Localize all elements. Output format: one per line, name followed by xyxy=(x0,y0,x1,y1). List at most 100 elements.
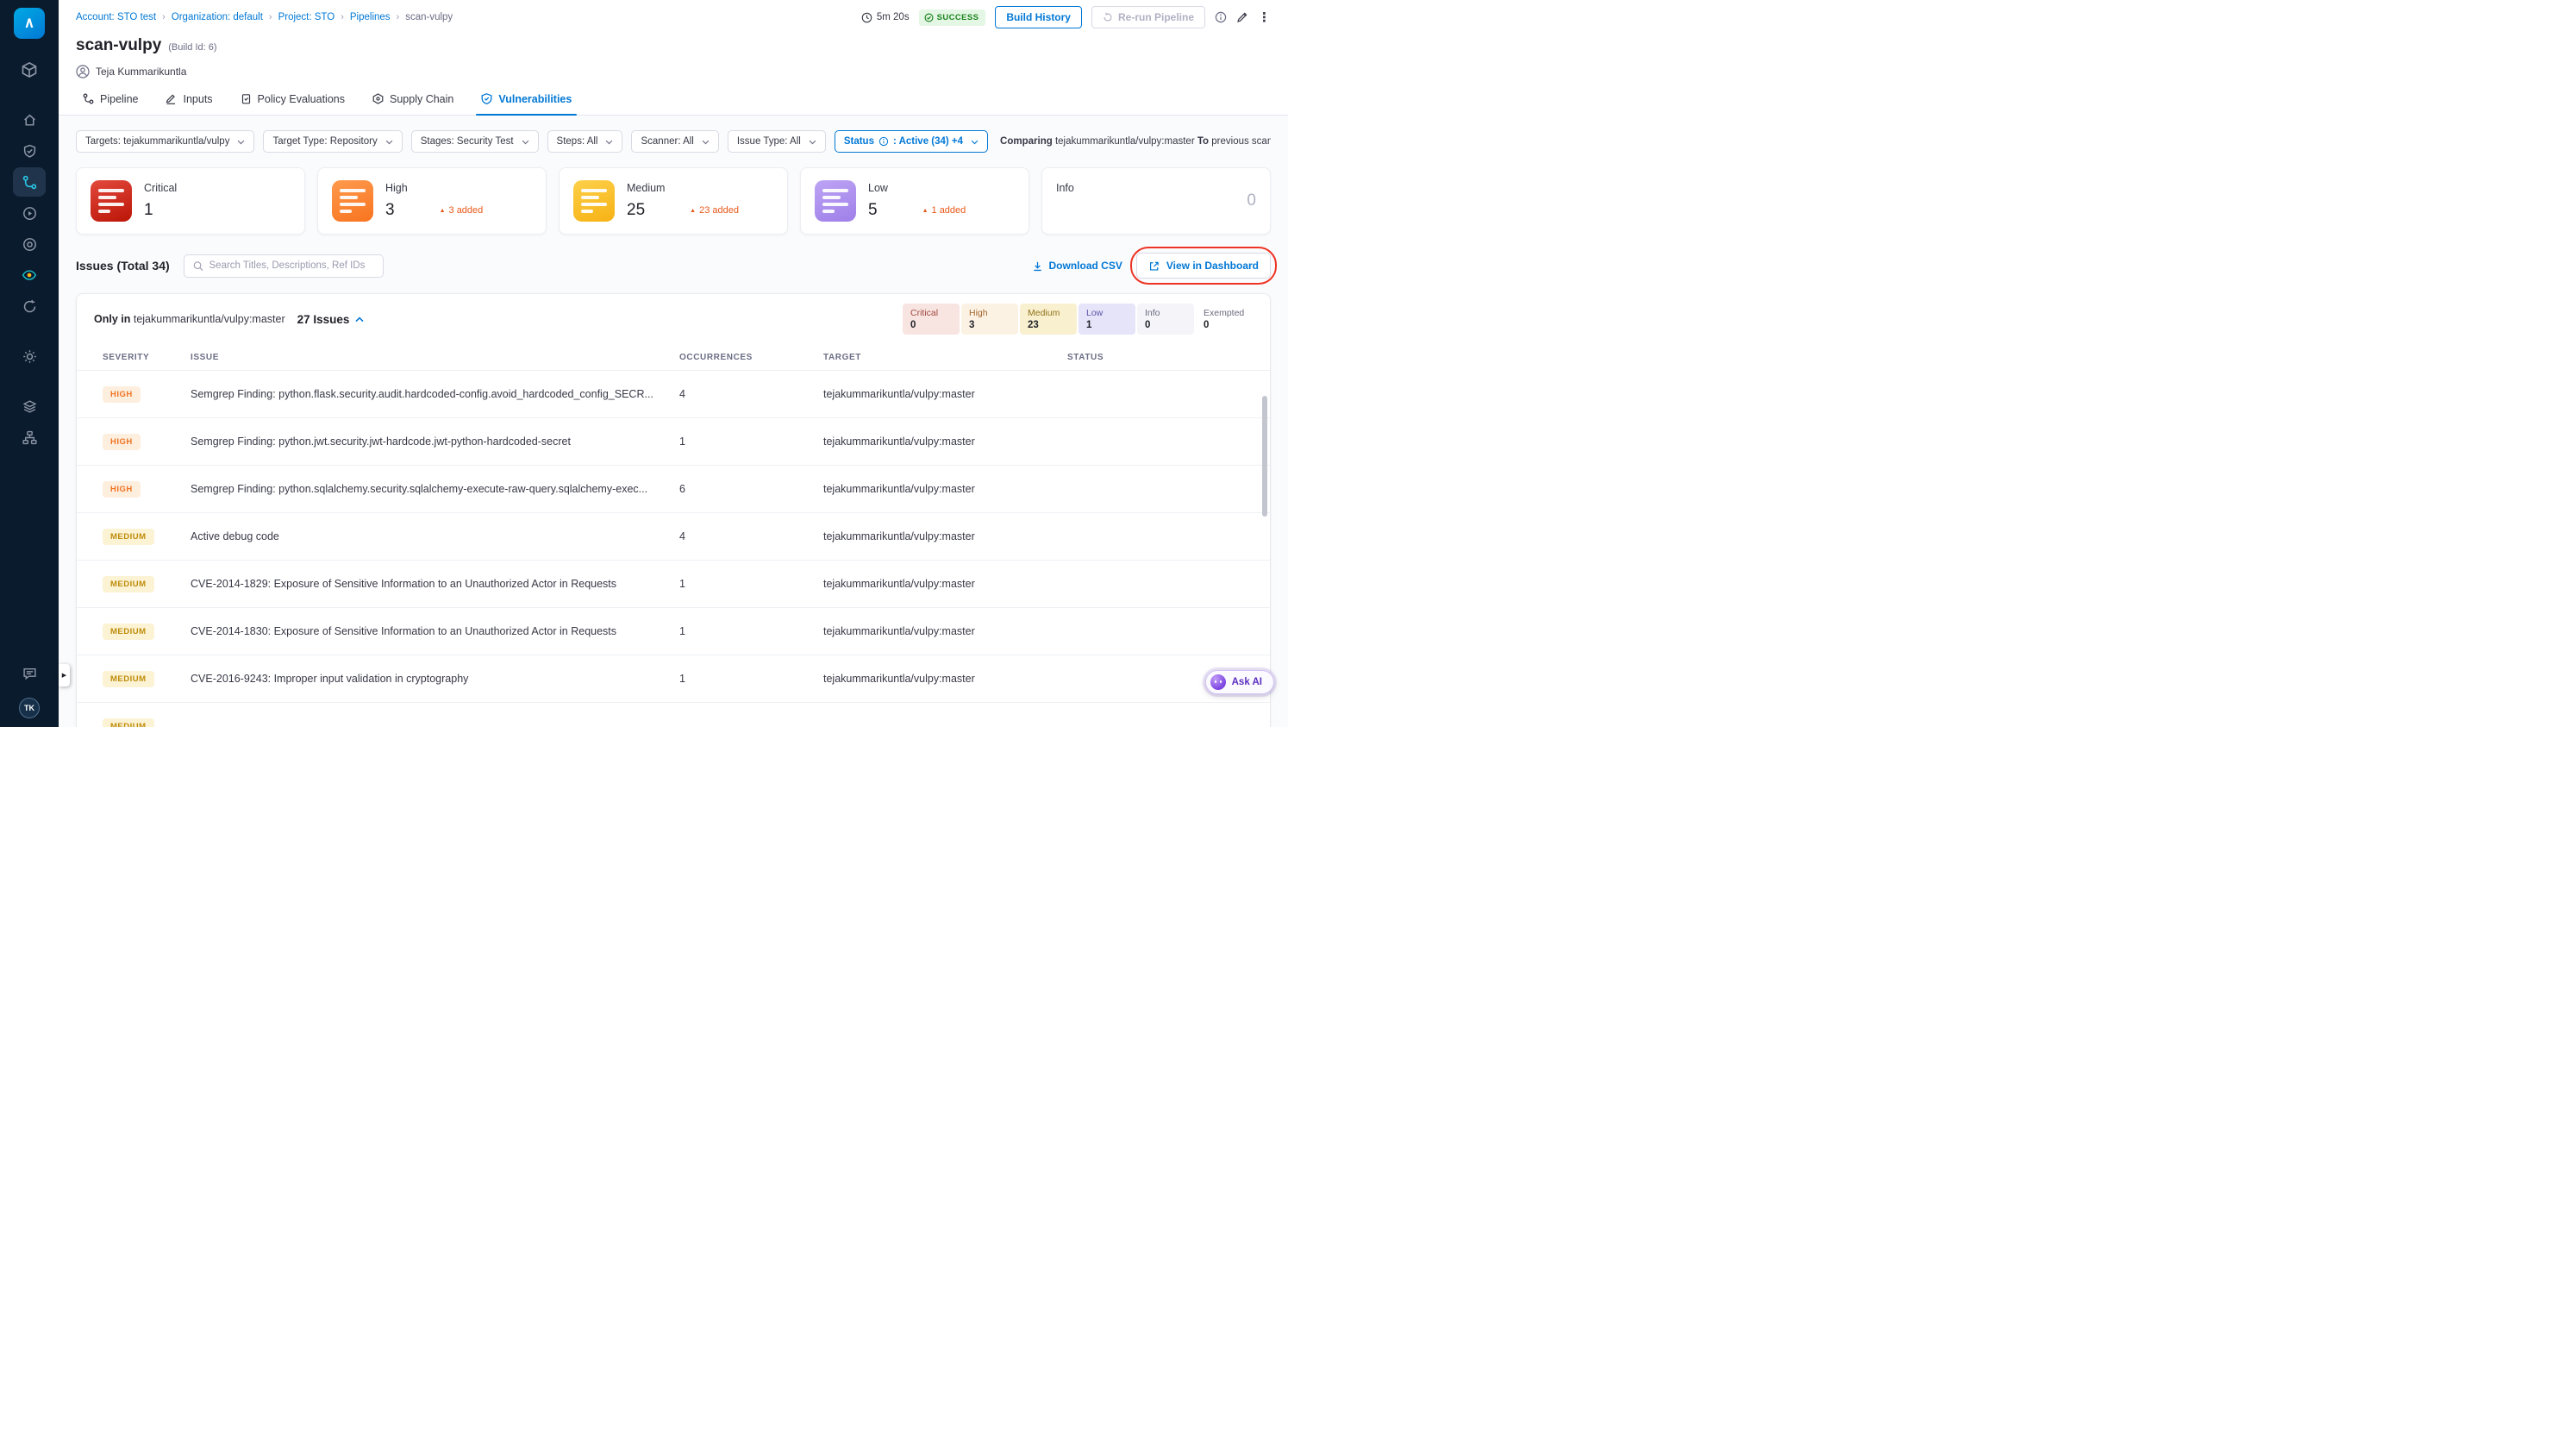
table-row[interactable]: HIGH Semgrep Finding: python.sqlalchemy.… xyxy=(77,465,1270,512)
nav-test-intelligence-eye-icon[interactable] xyxy=(13,260,46,290)
vertical-scrollbar[interactable] xyxy=(1262,396,1267,517)
stages-filter-dropdown[interactable]: Stages: Security Test xyxy=(410,130,539,153)
severity-card-low[interactable]: Low 5 ▲ 1 added xyxy=(800,167,1029,235)
breadcrumb-pipelines[interactable]: Pipelines xyxy=(350,12,391,22)
nav-layers-icon[interactable] xyxy=(13,392,46,421)
severity-chip-summary: Critical 0 High 3 Medium 23 Low 1 Info 0… xyxy=(903,304,1253,335)
issue-title[interactable]: Semgrep Finding: python.jwt.security.jwt… xyxy=(191,436,679,448)
left-nav-sidebar: TK xyxy=(0,0,59,727)
build-history-button[interactable]: Build History xyxy=(995,6,1082,28)
scanner-filter-dropdown[interactable]: Scanner: All xyxy=(631,130,719,153)
issue-title[interactable]: CVE-2014-1830: Exposure of Sensitive Inf… xyxy=(191,625,679,637)
nav-security-shield-icon[interactable] xyxy=(13,136,46,166)
nav-home-icon[interactable] xyxy=(13,105,46,135)
target-value: tejakummarikuntla/vulpy:master xyxy=(823,483,975,495)
nav-executions-icon[interactable] xyxy=(13,198,46,228)
chat-support-icon[interactable] xyxy=(13,659,46,688)
download-csv-button[interactable]: Download CSV xyxy=(1032,260,1122,272)
issue-title[interactable]: CVE-2016-9243: Improper input validation… xyxy=(191,673,679,685)
user-icon xyxy=(76,65,90,78)
severity-badge: MEDIUM xyxy=(103,718,154,727)
table-row[interactable]: MEDIUM CVE-2016-9243: Improper input val… xyxy=(77,655,1270,702)
info-icon[interactable] xyxy=(1215,11,1227,23)
nav-sync-icon[interactable] xyxy=(13,291,46,321)
group-issue-count-toggle[interactable]: 27 Issues xyxy=(297,313,365,326)
chip-exempted: Exempted 0 xyxy=(1204,308,1245,330)
table-row[interactable]: HIGH Semgrep Finding: python.jwt.securit… xyxy=(77,417,1270,465)
breadcrumb-separator-icon: › xyxy=(396,12,400,22)
vulnerabilities-icon xyxy=(481,93,492,104)
severity-badge: MEDIUM xyxy=(103,575,154,592)
severity-card-name: Critical xyxy=(144,182,178,194)
issue-type-filter-dropdown[interactable]: Issue Type: All xyxy=(727,130,826,153)
chevron-down-icon xyxy=(606,140,613,144)
issues-card: Only in tejakummarikuntla/vulpy:master 2… xyxy=(76,293,1271,727)
vulnerabilities-content: Targets: tejakummarikuntla/vulpy Target … xyxy=(59,116,1288,727)
nav-org-structure-icon[interactable] xyxy=(13,423,46,452)
breadcrumb-project[interactable]: Project: STO xyxy=(278,12,335,22)
table-row[interactable]: MEDIUM Active debug code 4 tejakummariku… xyxy=(77,512,1270,560)
severity-card-high[interactable]: High 3 ▲ 3 added xyxy=(317,167,547,235)
build-id: (Build Id: 6) xyxy=(168,42,217,53)
rerun-pipeline-button[interactable]: Re-run Pipeline xyxy=(1091,6,1205,28)
medium-severity-icon xyxy=(573,180,615,222)
tab-bar: Pipeline Inputs Policy Evaluations Suppl… xyxy=(59,83,1288,116)
expand-sidebar-handle[interactable]: ▶ xyxy=(59,664,70,686)
harness-logo-icon xyxy=(25,18,34,28)
issues-search-box[interactable] xyxy=(183,254,384,278)
status-filter-dropdown[interactable]: Status : Active (34) +4 xyxy=(834,130,989,153)
author-name: Teja Kummarikuntla xyxy=(96,66,187,78)
table-row[interactable]: HIGH Semgrep Finding: python.flask.secur… xyxy=(77,370,1270,417)
table-row[interactable]: MEDIUM xyxy=(77,702,1270,727)
harness-logo[interactable] xyxy=(14,8,45,39)
chevron-down-icon xyxy=(238,140,245,144)
occurrences-value: 1 xyxy=(679,625,685,637)
targets-filter-dropdown[interactable]: Targets: tejakummarikuntla/vulpy xyxy=(76,130,255,153)
tab-policy-evaluations[interactable]: Policy Evaluations xyxy=(227,83,359,115)
tab-pipeline[interactable]: Pipeline xyxy=(69,83,152,115)
tab-vulnerabilities[interactable]: Vulnerabilities xyxy=(467,83,585,116)
view-in-dashboard-button[interactable]: View in Dashboard xyxy=(1135,253,1271,279)
tab-supply-chain[interactable]: Supply Chain xyxy=(359,83,467,115)
download-icon xyxy=(1033,261,1041,271)
issue-title[interactable]: Active debug code xyxy=(191,530,679,542)
severity-added: ▲ 23 added xyxy=(690,205,739,216)
search-input[interactable] xyxy=(209,260,374,271)
issue-title[interactable]: Semgrep Finding: python.flask.security.a… xyxy=(191,388,679,400)
issue-title[interactable]: Semgrep Finding: python.sqlalchemy.secur… xyxy=(191,483,679,495)
table-row[interactable]: MEDIUM CVE-2014-1829: Exposure of Sensit… xyxy=(77,560,1270,607)
severity-card-critical[interactable]: Critical 1 xyxy=(76,167,305,235)
breadcrumb-separator-icon: › xyxy=(162,12,166,22)
target-value: tejakummarikuntla/vulpy:master xyxy=(823,436,975,448)
breadcrumb-separator-icon: › xyxy=(341,12,344,22)
ask-ai-button[interactable]: Ask AI xyxy=(1204,670,1274,694)
occurrences-value: 1 xyxy=(679,673,685,685)
col-severity: SEVERITY xyxy=(103,352,150,362)
user-avatar[interactable]: TK xyxy=(19,698,40,718)
nav-settings-gear-icon[interactable] xyxy=(13,342,46,371)
nav-targets-icon[interactable] xyxy=(13,229,46,259)
caret-up-icon: ▲ xyxy=(922,207,928,214)
tab-inputs[interactable]: Inputs xyxy=(152,83,226,115)
severity-card-medium[interactable]: Medium 25 ▲ 23 added xyxy=(559,167,788,235)
target-type-filter-dropdown[interactable]: Target Type: Repository xyxy=(263,130,403,153)
severity-card-info[interactable]: Info 0 xyxy=(1041,167,1271,235)
more-options-icon[interactable]: ⋮ xyxy=(1258,9,1271,25)
chevron-up-icon xyxy=(355,316,364,322)
breadcrumb-account[interactable]: Account: STO test xyxy=(76,12,156,22)
chip-critical: Critical 0 xyxy=(903,304,960,335)
breadcrumb-organization[interactable]: Organization: default xyxy=(172,12,263,22)
occurrences-value: 1 xyxy=(679,578,685,590)
issue-title[interactable]: CVE-2014-1829: Exposure of Sensitive Inf… xyxy=(191,578,679,590)
nav-pipelines-icon[interactable] xyxy=(13,167,46,197)
issues-group-header: Only in tejakummarikuntla/vulpy:master 2… xyxy=(77,294,1270,344)
edit-pipeline-icon[interactable] xyxy=(1236,11,1248,23)
module-selector-icon[interactable] xyxy=(13,55,46,85)
top-bar-actions: 5m 20s SUCCESS Build History Re-run Pipe… xyxy=(861,6,1271,28)
severity-badge: MEDIUM xyxy=(103,623,154,640)
severity-card-count: 25 xyxy=(627,201,646,219)
table-row[interactable]: MEDIUM CVE-2014-1830: Exposure of Sensit… xyxy=(77,607,1270,655)
steps-filter-dropdown[interactable]: Steps: All xyxy=(547,130,623,153)
severity-badge: HIGH xyxy=(103,433,141,450)
title-row: scan-vulpy (Build Id: 6) xyxy=(59,34,1288,57)
